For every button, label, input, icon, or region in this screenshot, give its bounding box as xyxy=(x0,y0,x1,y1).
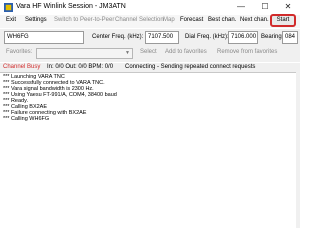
menu-switch-p2p[interactable]: Switch to Peer-to-Peer xyxy=(54,17,114,23)
menu-bar: Exit Settings Switch to Peer-to-Peer Cha… xyxy=(0,15,300,28)
menu-best-chan[interactable]: Best chan. xyxy=(208,17,236,23)
message-counts: In: 0/0 Out: 0/0 BPM: 0/0 xyxy=(47,64,114,70)
add-favorite-button[interactable]: Add to favorites xyxy=(165,49,207,55)
log-scrollbar[interactable] xyxy=(296,72,300,228)
dial-freq-label: Dial Freq. (kHz): xyxy=(185,34,229,40)
favorites-dropdown[interactable]: ▼ xyxy=(36,48,133,59)
start-button[interactable]: Start xyxy=(270,14,296,27)
remove-favorite-button[interactable]: Remove from favorites xyxy=(217,49,277,55)
center-freq-label: Center Freq. (kHz): xyxy=(92,34,144,40)
menu-forecast[interactable]: Forecast xyxy=(180,17,203,23)
connection-status-message: Connecting - Sending repeated connect re… xyxy=(125,64,256,70)
menu-settings[interactable]: Settings xyxy=(25,17,47,23)
center-freq-input[interactable]: 7107.500 xyxy=(145,31,179,44)
maximize-button[interactable]: ☐ xyxy=(254,0,276,14)
app-icon xyxy=(4,3,13,12)
select-button[interactable]: Select xyxy=(140,49,157,55)
menu-channel-selection[interactable]: Channel Selection xyxy=(115,17,164,23)
favorites-label: Favorites: xyxy=(6,49,33,55)
chevron-down-icon: ▼ xyxy=(125,50,130,56)
minimize-button[interactable]: — xyxy=(230,0,252,14)
window-title: Vara HF Winlink Session - JM3ATN xyxy=(16,3,126,10)
menu-exit[interactable]: Exit xyxy=(6,17,16,23)
log-line: *** Calling WH6FG xyxy=(3,116,50,122)
dial-freq-input[interactable]: 7106.000 xyxy=(228,31,258,44)
channel-status: Channel Busy xyxy=(3,64,41,70)
bearing-input[interactable]: 084 xyxy=(282,31,298,44)
close-button[interactable]: ✕ xyxy=(277,0,299,14)
menu-next-chan[interactable]: Next chan. xyxy=(240,17,269,23)
bearing-label: Bearing: xyxy=(261,34,284,40)
menu-map[interactable]: Map xyxy=(163,17,175,23)
title-bar: Vara HF Winlink Session - JM3ATN — ☐ ✕ xyxy=(0,0,300,16)
callsign-input[interactable]: WH6FG xyxy=(4,31,84,44)
